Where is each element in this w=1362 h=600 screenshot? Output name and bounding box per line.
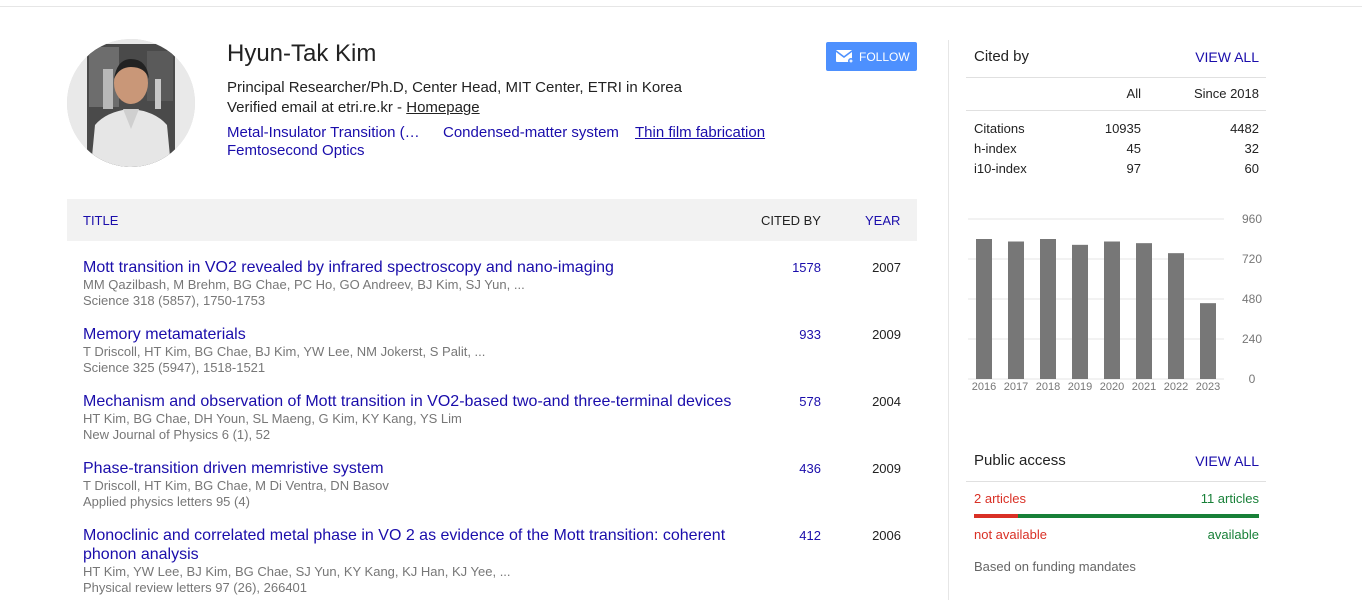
interest-condensed-matter[interactable]: Condensed-matter system	[443, 124, 619, 141]
bar-2019[interactable]	[1072, 244, 1088, 379]
stat-all-h-index: 45	[1126, 141, 1141, 156]
article-venue: Applied physics letters 95 (4)	[83, 494, 250, 509]
cited-by-header: CITED BY	[761, 213, 821, 228]
profile-avatar	[67, 39, 195, 167]
y-tick-label: 720	[1242, 252, 1262, 266]
article-venue: Science 325 (5947), 1518-1521	[83, 360, 266, 375]
available-bar	[1017, 514, 1259, 518]
interest-metal-insulator[interactable]: Metal-Insulator Transition (…	[227, 124, 420, 141]
stat-label-i10-index: i10-index	[974, 161, 1027, 176]
interest-femtosecond[interactable]: Femtosecond Optics	[227, 142, 365, 159]
article-authors: HT Kim, BG Chae, DH Youn, SL Maeng, G Ki…	[83, 411, 462, 426]
article-cited-by[interactable]: 412	[767, 528, 821, 543]
public-access-bar	[974, 514, 1259, 518]
not-available-label: not available	[974, 527, 1047, 542]
sort-by-year[interactable]: YEAR	[865, 213, 900, 228]
bar-2021[interactable]	[1136, 243, 1152, 379]
article-authors: MM Qazilbash, M Brehm, BG Chae, PC Ho, G…	[83, 277, 525, 292]
cited-by-title: Cited by	[974, 48, 1030, 65]
article-title[interactable]: Memory metamaterials	[83, 325, 743, 344]
public-access-title: Public access	[974, 452, 1066, 469]
available-count[interactable]: 11 articles	[1116, 491, 1259, 506]
article-title[interactable]: Mechanism and observation of Mott transi…	[83, 392, 743, 411]
article-year: 2007	[872, 260, 901, 275]
x-tick-label: 2016	[972, 381, 996, 393]
profile-email: Verified email at etri.re.kr - Homepage	[227, 99, 480, 116]
col-since-header: Since 2018	[1193, 86, 1259, 101]
follow-label: FOLLOW	[859, 49, 910, 64]
email-follow-icon	[835, 49, 854, 64]
article-cited-by[interactable]: 933	[767, 327, 821, 342]
x-tick-label: 2023	[1196, 381, 1220, 393]
article-year: 2004	[872, 394, 901, 409]
divider	[966, 481, 1266, 482]
profile-name: Hyun-Tak Kim	[227, 40, 377, 67]
articles-table-header: TITLE CITED BY YEAR	[67, 199, 917, 241]
article-authors: T Driscoll, HT Kim, BG Chae, M Di Ventra…	[83, 478, 389, 493]
sort-by-title[interactable]: TITLE	[83, 213, 118, 228]
article-year: 2009	[872, 461, 901, 476]
x-tick-label: 2019	[1068, 381, 1092, 393]
bar-2022[interactable]	[1168, 253, 1184, 379]
article-venue: Science 318 (5857), 1750-1753	[83, 293, 266, 308]
y-tick-label: 0	[1249, 372, 1256, 386]
x-tick-label: 2017	[1004, 381, 1028, 393]
bar-2020[interactable]	[1104, 241, 1120, 380]
bar-2023[interactable]	[1200, 303, 1216, 379]
article-authors: T Driscoll, HT Kim, BG Chae, BJ Kim, YW …	[83, 344, 486, 359]
article-venue: New Journal of Physics 6 (1), 52	[83, 427, 271, 442]
article-authors: HT Kim, YW Lee, BJ Kim, BG Chae, SJ Yun,…	[83, 564, 511, 579]
article-cited-by[interactable]: 578	[767, 394, 821, 409]
x-tick-label: 2018	[1036, 381, 1060, 393]
stat-label-h-index: h-index	[974, 141, 1017, 156]
follow-button[interactable]: FOLLOW	[826, 42, 917, 71]
article-year: 2009	[872, 327, 901, 342]
col-all-header: All	[1126, 86, 1141, 101]
article-title[interactable]: Mott transition in VO2 revealed by infra…	[83, 258, 743, 277]
x-tick-label: 2022	[1164, 381, 1188, 393]
stat-label-citations: Citations	[974, 121, 1025, 136]
article-cited-by[interactable]: 1578	[767, 260, 821, 275]
stat-since-h-index: 32	[1244, 141, 1259, 156]
not-available-bar	[974, 514, 1018, 518]
homepage-link[interactable]: Homepage	[406, 99, 479, 116]
email-text: Verified email at etri.re.kr -	[227, 99, 407, 116]
article-cited-by[interactable]: 436	[767, 461, 821, 476]
article-title[interactable]: Monoclinic and correlated metal phase in…	[83, 526, 743, 564]
available-label: available	[1207, 527, 1259, 542]
profile-affiliation: Principal Researcher/Ph.D, Center Head, …	[227, 79, 682, 96]
bar-2017[interactable]	[1008, 241, 1024, 380]
divider	[966, 110, 1266, 111]
citations-per-year-chart: 960 720 480 240 0 2016 2017 2018 2019 2020 2021 202…	[968, 212, 1262, 393]
article-title[interactable]: Phase-transition driven memristive syste…	[83, 459, 743, 478]
bar-2018[interactable]	[1040, 239, 1056, 379]
bar-2016[interactable]	[976, 239, 992, 379]
public-access-view-all[interactable]: VIEW ALL	[1195, 453, 1259, 469]
column-divider	[948, 40, 949, 600]
not-available-count[interactable]: 2 articles	[974, 491, 1026, 506]
interest-thin-film[interactable]: Thin film fabrication	[635, 124, 765, 141]
y-tick-label: 480	[1242, 292, 1262, 306]
divider	[966, 77, 1266, 78]
stat-since-citations: 4482	[1230, 121, 1259, 136]
top-divider	[0, 6, 1362, 7]
article-year: 2006	[872, 528, 901, 543]
x-tick-label: 2020	[1100, 381, 1124, 393]
x-tick-label: 2021	[1132, 381, 1156, 393]
stat-all-i10-index: 97	[1126, 161, 1141, 176]
stat-since-i10-index: 60	[1244, 161, 1259, 176]
cited-by-view-all[interactable]: VIEW ALL	[1195, 49, 1259, 65]
stat-all-citations: 10935	[1104, 121, 1141, 136]
funding-note: Based on funding mandates	[974, 559, 1136, 574]
y-tick-label: 240	[1242, 332, 1262, 346]
y-tick-label: 960	[1242, 212, 1262, 226]
article-venue: Physical review letters 97 (26), 266401	[83, 580, 308, 595]
